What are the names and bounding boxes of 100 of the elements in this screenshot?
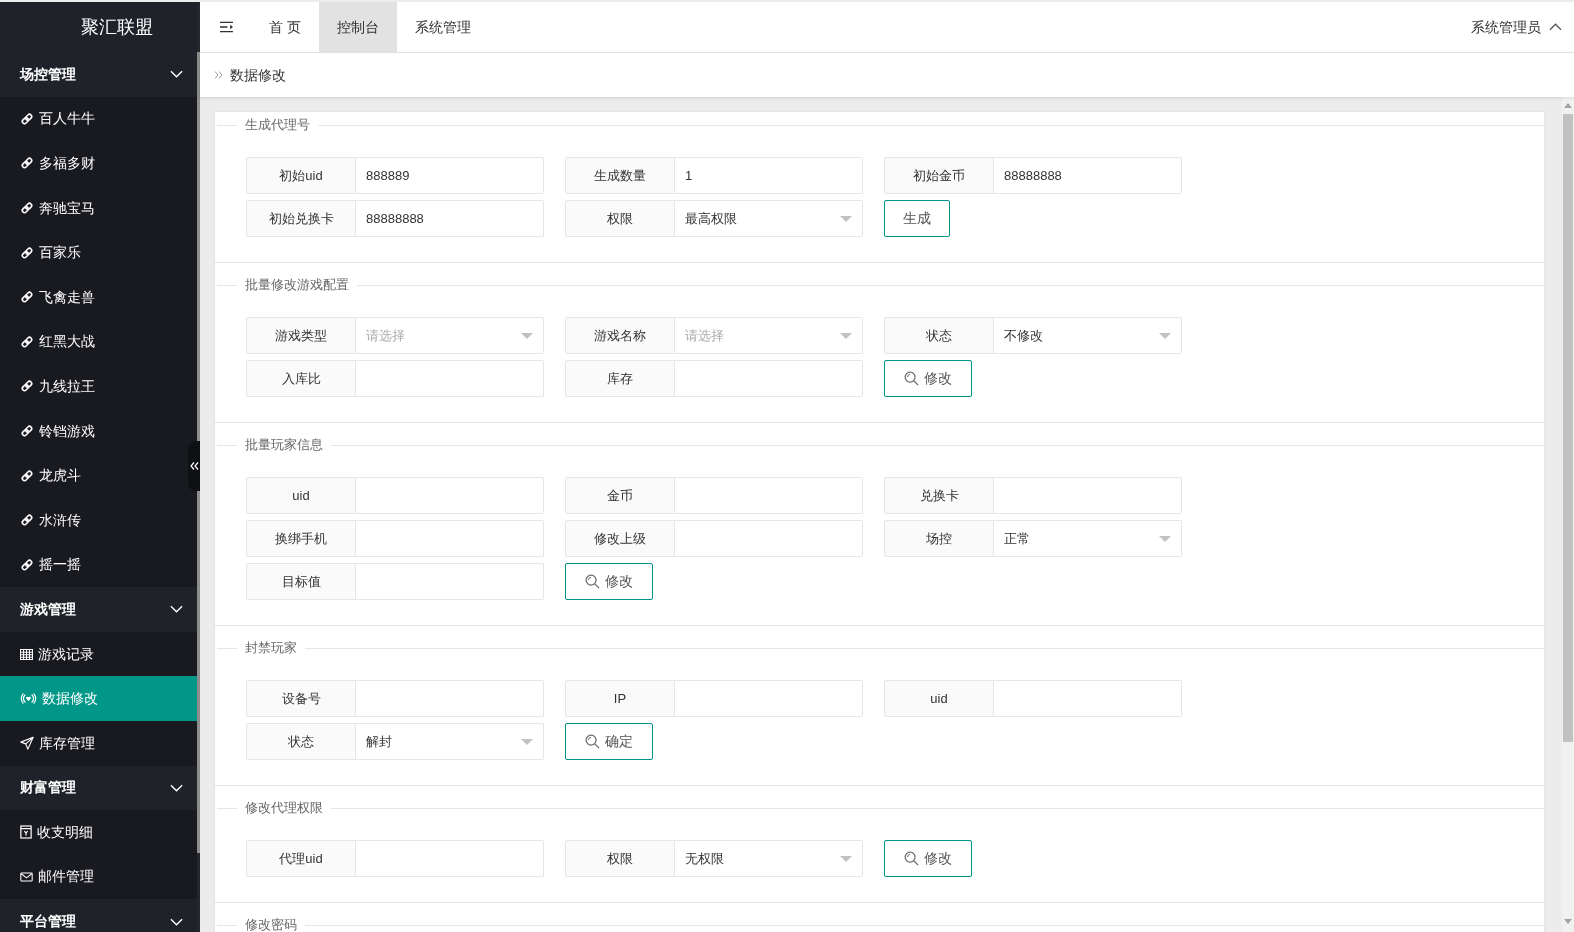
caret-icon [521, 738, 533, 745]
link-icon [20, 334, 34, 349]
sidebar-item[interactable]: 收支明细 [0, 810, 187, 855]
link-icon [20, 201, 34, 216]
input-field[interactable] [356, 680, 544, 717]
input-field[interactable] [675, 360, 863, 397]
field-label: 状态 [884, 317, 994, 354]
input-field[interactable] [994, 477, 1182, 514]
sidebar-item[interactable]: 九线拉王 [0, 364, 187, 409]
field-label: 库存 [565, 360, 675, 397]
link-icon [20, 557, 34, 572]
search-icon [585, 574, 600, 589]
field-label: 权限 [565, 840, 675, 877]
field-label: uid [246, 477, 356, 514]
link-icon [20, 111, 34, 126]
scrollbar-thumb[interactable] [197, 52, 200, 853]
paper-plane-icon [20, 736, 34, 751]
menu-group-header[interactable]: 游戏管理 [0, 587, 197, 632]
caret-icon [521, 332, 533, 339]
input-field[interactable]: 88888888 [356, 200, 544, 237]
input-field[interactable] [356, 477, 544, 514]
field-label: 目标值 [246, 563, 356, 600]
field-label: 设备号 [246, 680, 356, 717]
user-menu[interactable]: 系统管理员 [1471, 2, 1574, 52]
scroll-up-icon[interactable] [1564, 103, 1572, 108]
link-icon [20, 245, 34, 260]
sidebar-item[interactable]: 数据修改 [0, 676, 197, 721]
sidebar-item[interactable]: 飞禽走兽 [0, 274, 187, 320]
field-label: 换绑手机 [246, 520, 356, 557]
input-field[interactable] [675, 477, 863, 514]
search-icon [904, 851, 919, 866]
collapse-toggle[interactable] [188, 441, 200, 491]
input-field[interactable] [356, 520, 544, 557]
section-title: 生成代理号 [245, 116, 310, 135]
scrollbar-thumb[interactable] [1563, 114, 1573, 742]
section-title: 批量修改游戏配置 [245, 276, 349, 295]
nav-tab[interactable]: 系统管理 [396, 2, 489, 52]
menu-group-header[interactable]: 平台管理 [0, 899, 197, 932]
section-title: 修改代理权限 [245, 799, 323, 818]
nav-tab[interactable]: 控制台 [318, 2, 397, 52]
nav-tab[interactable]: 首 页 [251, 2, 319, 52]
input-field[interactable] [675, 520, 863, 557]
search-button[interactable]: 修改 [884, 360, 972, 397]
input-field[interactable] [356, 563, 544, 600]
select-field[interactable]: 最高权限 [675, 200, 863, 237]
sidebar-item[interactable]: 铃铛游戏 [0, 408, 187, 454]
breadcrumb-item: 数据修改 [230, 65, 286, 85]
field-label: 代理uid [246, 840, 356, 877]
double-chevron-left-icon [189, 462, 199, 470]
search-button[interactable]: 确定 [565, 723, 653, 760]
input-field[interactable] [675, 680, 863, 717]
document-icon [20, 825, 32, 840]
input-field[interactable] [356, 360, 544, 397]
caret-icon [1159, 535, 1171, 542]
field-label: 场控 [884, 520, 994, 557]
menu-group-header[interactable]: 财富管理 [0, 765, 197, 811]
link-icon [20, 156, 34, 171]
section-title: 修改密码 [245, 916, 297, 932]
select-field[interactable]: 正常 [994, 520, 1182, 557]
select-field[interactable]: 解封 [356, 723, 544, 760]
menu-icon[interactable] [219, 21, 234, 33]
double-chevron-right-icon [214, 71, 223, 79]
select-field[interactable]: 不修改 [994, 317, 1182, 354]
section-title: 批量玩家信息 [245, 436, 323, 455]
sidebar-item[interactable]: 奔驰宝马 [0, 185, 187, 231]
sidebar-item[interactable]: 游戏记录 [0, 631, 187, 677]
sidebar-item[interactable]: 百人牛牛 [0, 96, 187, 142]
field-label: 初始uid [246, 157, 356, 194]
submit-button[interactable]: 生成 [884, 200, 950, 237]
input-field[interactable]: 88888888 [994, 157, 1182, 194]
sidebar-item[interactable]: 红黑大战 [0, 319, 187, 365]
search-icon [585, 734, 600, 749]
sidebar-item[interactable]: 水浒传 [0, 497, 187, 543]
sidebar-item[interactable]: 百家乐 [0, 230, 187, 275]
field-label: 权限 [565, 200, 675, 237]
sidebar-item[interactable]: 龙虎斗 [0, 453, 187, 498]
field-label: 生成数量 [565, 157, 675, 194]
input-field[interactable]: 1 [675, 157, 863, 194]
link-icon [20, 513, 34, 528]
field-label: 兑换卡 [884, 477, 994, 514]
scroll-down-icon[interactable] [1564, 919, 1572, 924]
sidebar-item[interactable]: 摇一摇 [0, 542, 187, 588]
select-field[interactable]: 无权限 [675, 840, 863, 877]
input-field[interactable] [356, 840, 544, 877]
sidebar-item[interactable]: 库存管理 [0, 720, 187, 766]
search-button[interactable]: 修改 [884, 840, 972, 877]
field-label: 入库比 [246, 360, 356, 397]
table-icon [20, 648, 33, 660]
mail-icon [20, 872, 33, 882]
input-field[interactable] [994, 680, 1182, 717]
sidebar-item[interactable]: 多福多财 [0, 141, 187, 186]
search-button[interactable]: 修改 [565, 563, 653, 600]
field-label: 金币 [565, 477, 675, 514]
logo: 聚汇联盟 [0, 2, 197, 52]
menu-group-header[interactable]: 场控管理 [0, 52, 197, 97]
caret-icon [840, 332, 852, 339]
sidebar-item[interactable]: 邮件管理 [0, 854, 187, 900]
field-label: 初始兑换卡 [246, 200, 356, 237]
input-field[interactable]: 888889 [356, 157, 544, 194]
chevron-up-icon [1549, 23, 1562, 31]
